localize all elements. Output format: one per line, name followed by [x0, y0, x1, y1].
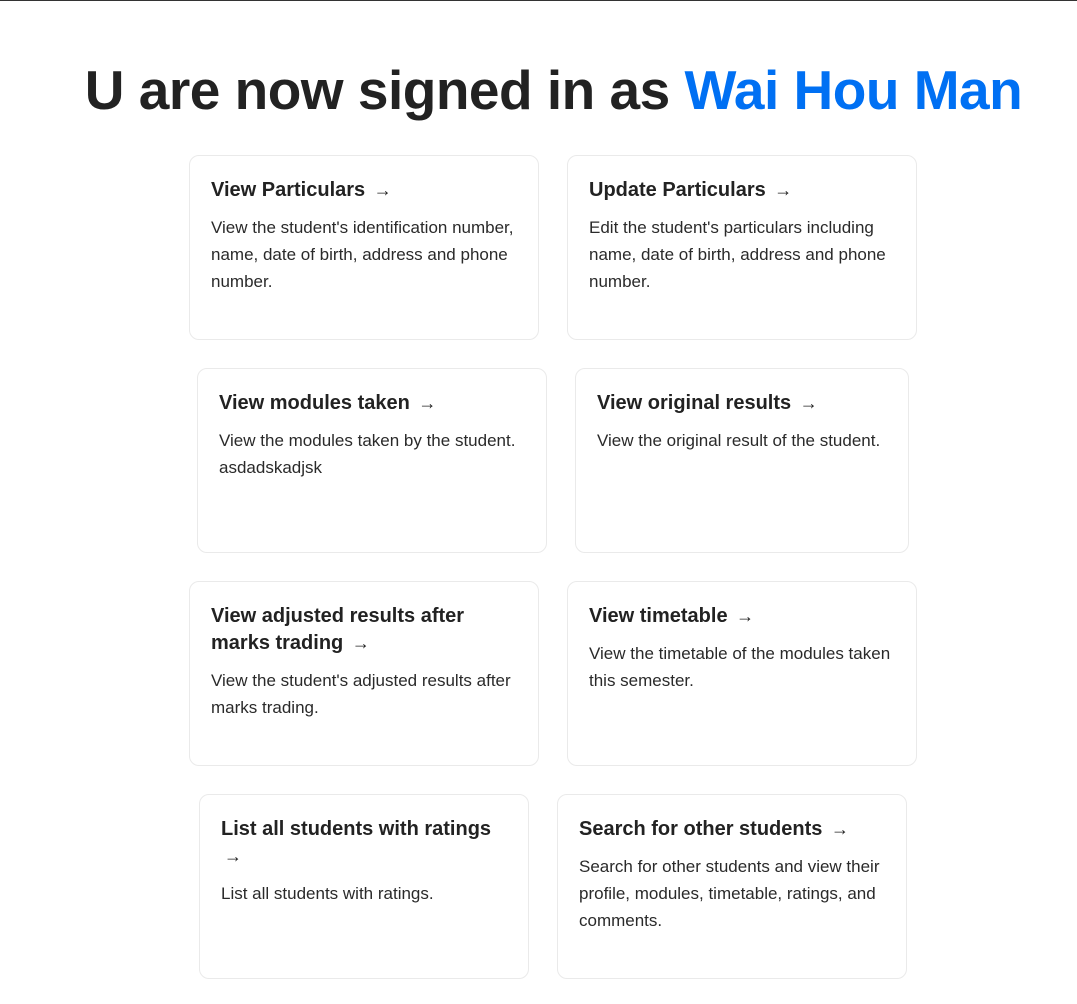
- card-title-text: View timetable: [589, 605, 728, 627]
- arrow-right-icon: →: [373, 180, 392, 200]
- page-title: U are now signed in as Wai Hou Man: [0, 54, 1077, 126]
- card-title: List all students with ratings →: [221, 816, 507, 870]
- card-title: Update Particulars →: [589, 177, 895, 204]
- arrow-right-icon: →: [736, 606, 755, 626]
- card-title-text: View Particulars: [211, 179, 366, 201]
- arrow-right-icon: →: [774, 180, 793, 200]
- card-description: Edit the student's particulars including…: [589, 218, 886, 291]
- arrow-right-icon: →: [224, 846, 242, 866]
- card-title-text: View original results: [597, 392, 792, 414]
- signed-in-prefix: U are now signed in as: [84, 59, 685, 121]
- arrow-right-icon: →: [418, 393, 437, 413]
- card-title-text: List all students with ratings: [221, 818, 492, 840]
- card-view-adjusted-results[interactable]: View adjusted results after marks tradin…: [189, 581, 539, 766]
- card-description: View the original result of the student.: [597, 431, 881, 450]
- card-title: View adjusted results after marks tradin…: [211, 603, 517, 657]
- card-search-students[interactable]: Search for other students → Search for o…: [557, 794, 907, 979]
- card-description: View the timetable of the modules taken …: [589, 644, 891, 690]
- card-list-students-ratings[interactable]: List all students with ratings → List al…: [199, 794, 529, 979]
- card-description: Search for other students and view their…: [579, 857, 880, 930]
- card-view-timetable[interactable]: View timetable → View the timetable of t…: [567, 581, 917, 766]
- top-border: [0, 0, 1077, 1]
- user-name: Wai Hou Man: [684, 59, 1023, 121]
- card-title: View modules taken →: [219, 390, 525, 417]
- arrow-right-icon: →: [830, 819, 849, 839]
- card-title: Search for other students →: [579, 816, 885, 843]
- card-view-particulars[interactable]: View Particulars → View the student's id…: [189, 155, 539, 340]
- card-title: View timetable →: [589, 603, 895, 630]
- card-title: View original results →: [597, 390, 887, 417]
- card-title-text: View modules taken: [219, 392, 410, 414]
- card-description: View the student's identification number…: [211, 218, 514, 291]
- card-description: List all students with ratings.: [221, 884, 434, 903]
- card-title-text: Search for other students: [579, 818, 823, 840]
- card-update-particulars[interactable]: Update Particulars → Edit the student's …: [567, 155, 917, 340]
- arrow-right-icon: →: [351, 633, 370, 653]
- card-view-modules-taken[interactable]: View modules taken → View the modules ta…: [197, 368, 547, 553]
- card-title-text: View adjusted results after marks tradin…: [211, 605, 465, 654]
- card-description: View the modules taken by the student. a…: [219, 431, 516, 477]
- card-title-text: Update Particulars: [589, 179, 766, 201]
- arrow-right-icon: →: [799, 393, 818, 413]
- card-description: View the student's adjusted results afte…: [211, 671, 511, 717]
- card-view-original-results[interactable]: View original results → View the origina…: [575, 368, 909, 553]
- card-title: View Particulars →: [211, 177, 517, 204]
